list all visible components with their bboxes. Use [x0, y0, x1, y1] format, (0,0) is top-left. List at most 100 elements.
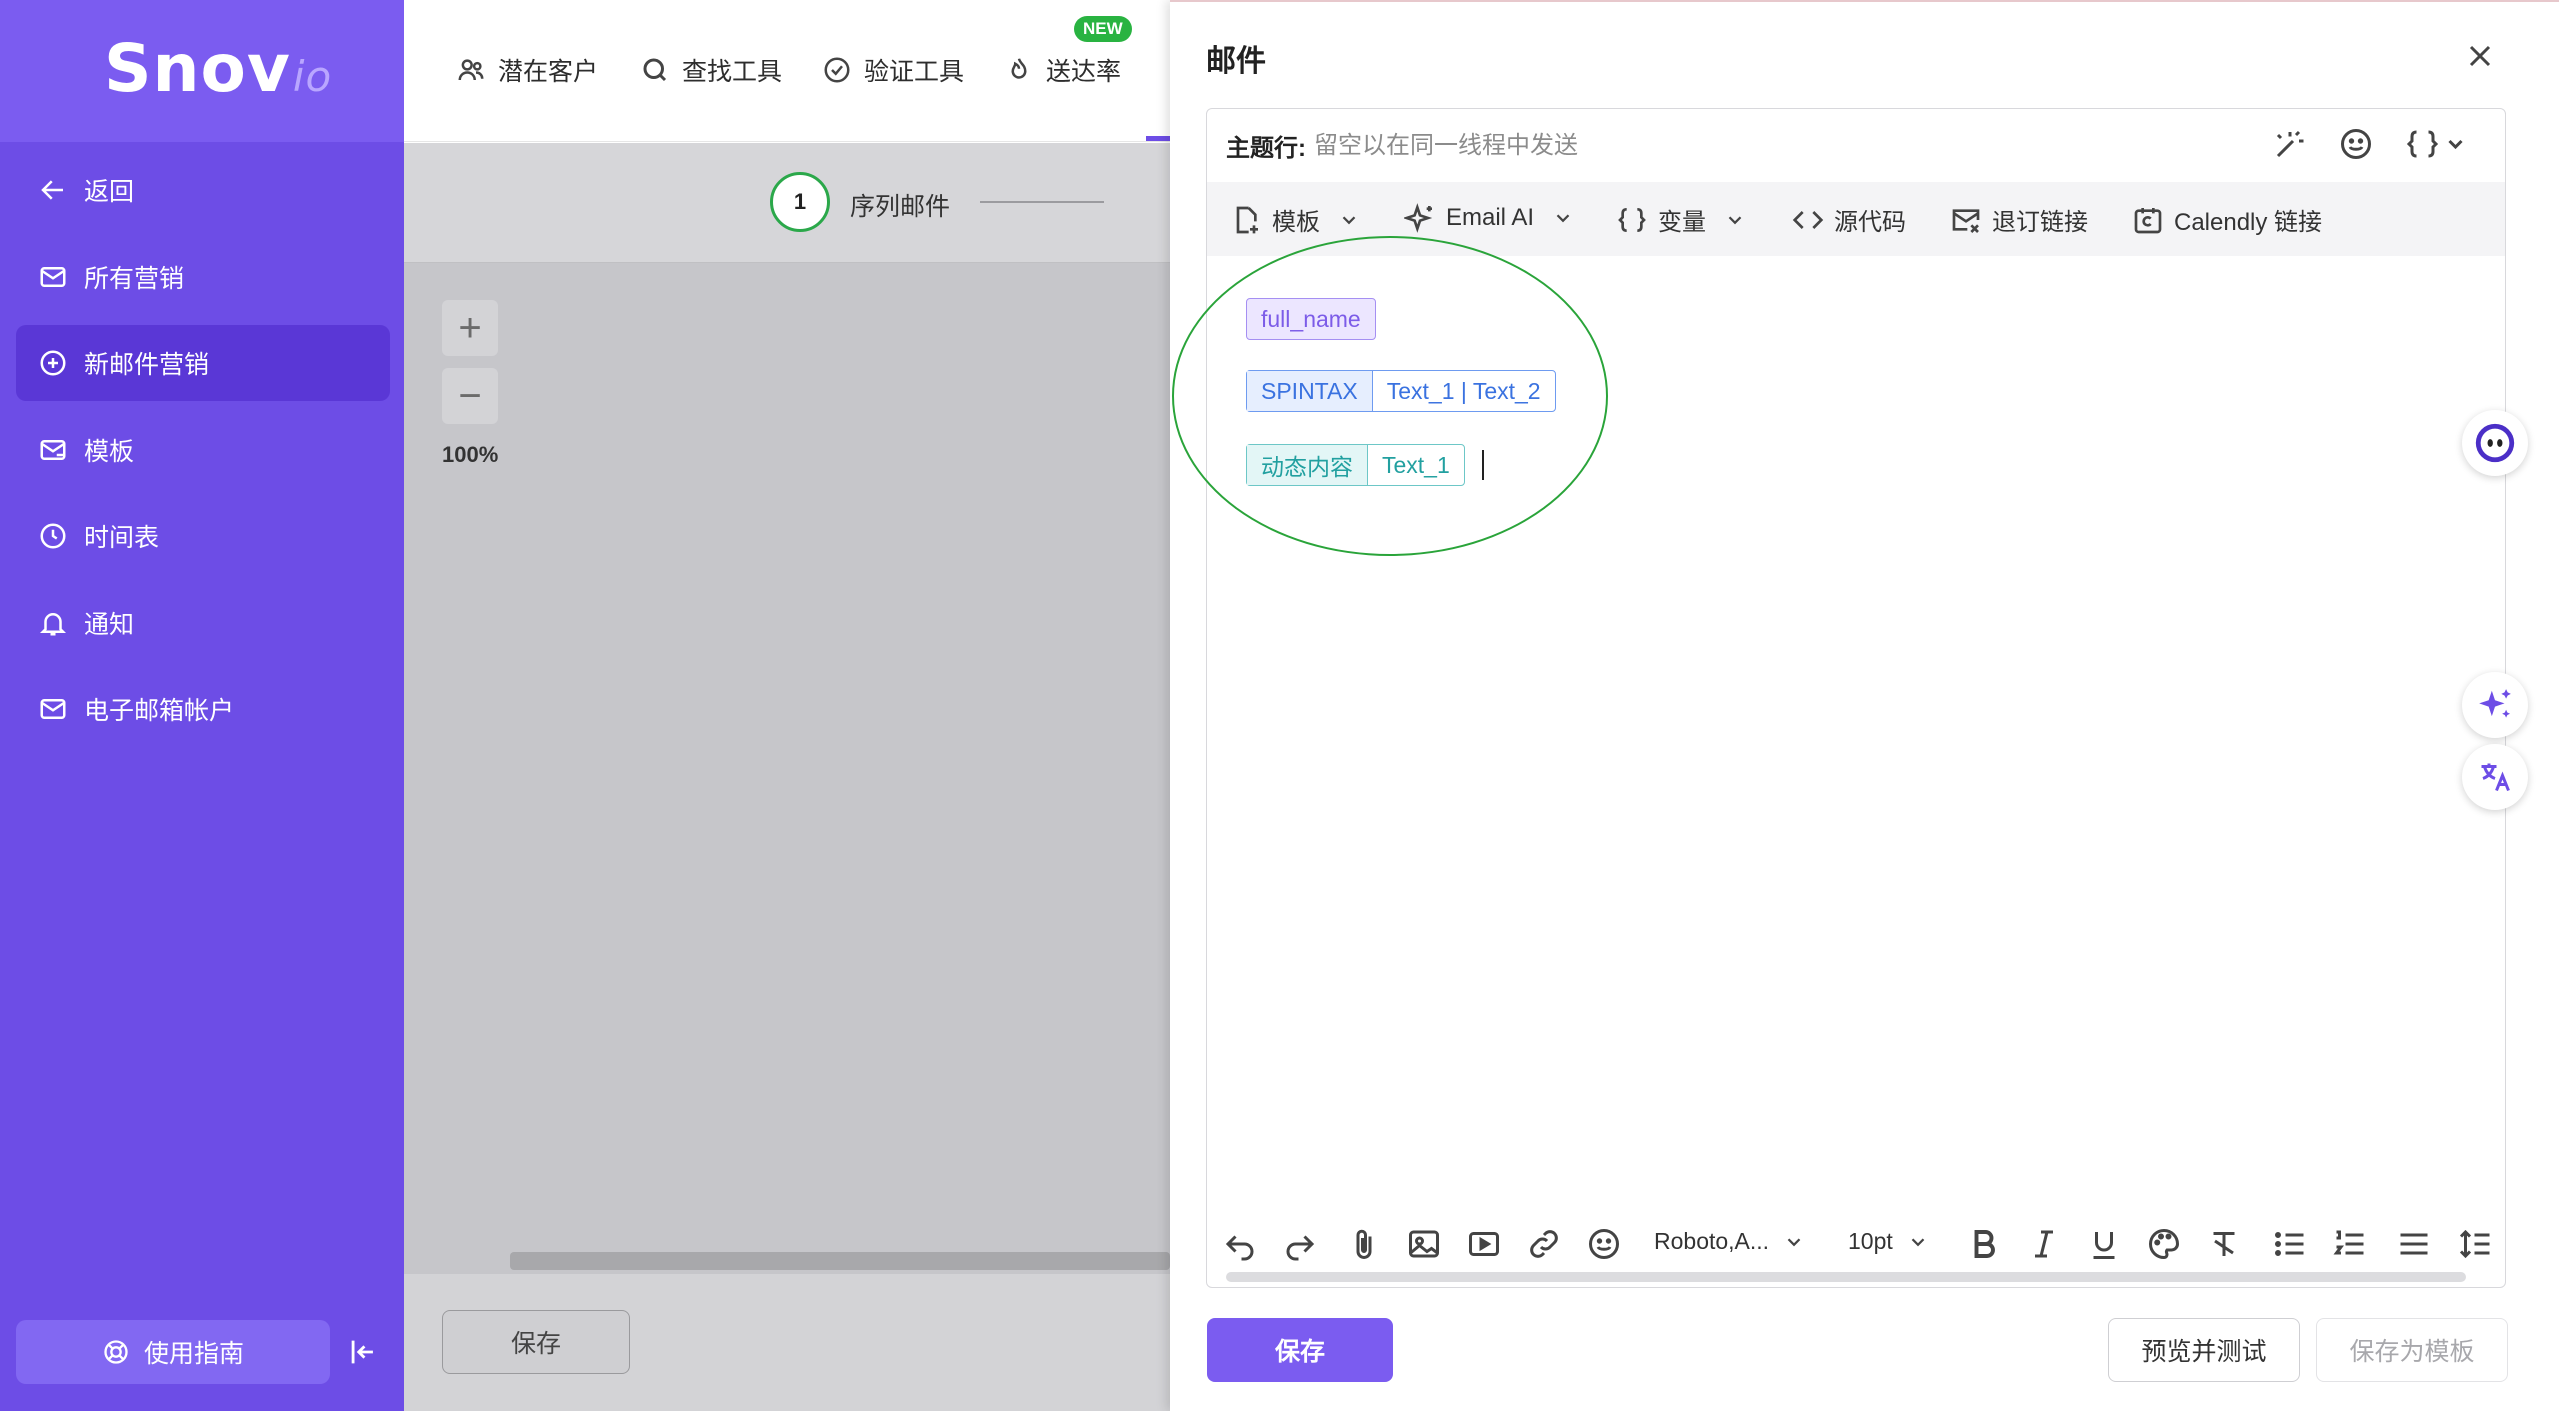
toolbar-calendly-link[interactable]: Calendly 链接: [2132, 202, 2322, 237]
toolbar-template[interactable]: 模板: [1230, 202, 1360, 237]
sidebar-item-templates[interactable]: 模板: [16, 412, 390, 488]
check-circle-icon: [824, 57, 850, 83]
topnav-prospects[interactable]: 潜在客户: [456, 52, 598, 88]
video-icon[interactable]: [1466, 1226, 1502, 1262]
font-size-select[interactable]: 10pt: [1848, 1228, 1929, 1255]
zoom-out-button[interactable]: −: [442, 368, 498, 424]
sparkles-icon: [1404, 203, 1433, 233]
variable-tag-label: full_name: [1261, 305, 1361, 332]
email-editor: [1206, 108, 2506, 1288]
topnav-deliverability[interactable]: 送达率: [1004, 52, 1121, 88]
translate-button[interactable]: [2462, 744, 2528, 810]
sidebar-item-label: 返回: [84, 178, 135, 206]
line-height-icon[interactable]: [2458, 1226, 2494, 1262]
user-guide-button[interactable]: 使用指南: [16, 1320, 330, 1384]
bell-icon: [39, 612, 67, 635]
collapse-sidebar-icon[interactable]: [346, 1335, 380, 1369]
sidebar-item-label: 时间表: [84, 524, 160, 552]
step-connector: [980, 201, 1104, 203]
sidebar-item-new-campaign[interactable]: 新邮件营销: [16, 325, 390, 401]
sidebar-item-label: 电子邮箱帐户: [84, 697, 235, 725]
numbered-list-icon[interactable]: [2332, 1226, 2368, 1262]
chevron-down-icon: [1787, 1237, 1801, 1246]
toolbar-source-code[interactable]: 源代码: [1792, 202, 1906, 237]
canvas-scrollbar[interactable]: [510, 1252, 1170, 1270]
link-icon[interactable]: [1526, 1226, 1562, 1262]
topnav-finder[interactable]: 查找工具: [640, 52, 782, 88]
campaign-canvas: [404, 143, 1170, 1411]
dynamic-content-value: Text_1: [1382, 451, 1450, 478]
toolbar-variables[interactable]: 变量: [1616, 202, 1746, 237]
magic-wand-icon[interactable]: [2272, 126, 2308, 162]
variables-braces-icon[interactable]: [2404, 126, 2468, 162]
panel-title: 邮件: [1206, 45, 1266, 78]
panel-top-border: [1170, 0, 2559, 2]
ai-sparkle-button[interactable]: [2462, 672, 2528, 738]
preview-test-button[interactable]: 预览并测试: [2108, 1318, 2300, 1382]
font-size-value: 10pt: [1848, 1228, 1893, 1254]
align-icon[interactable]: [2396, 1226, 2432, 1262]
new-badge: NEW: [1074, 16, 1132, 42]
sidebar-item-label: 新邮件营销: [84, 351, 210, 379]
zoom-in-button[interactable]: +: [442, 300, 498, 356]
emoji-icon[interactable]: [1586, 1226, 1622, 1262]
sidebar-item-back[interactable]: 返回: [16, 152, 390, 228]
sidebar-item-label: 通知: [84, 610, 135, 639]
robot-face-icon: [2475, 423, 2515, 463]
chat-assistant-button[interactable]: [2462, 410, 2528, 476]
emoji-icon[interactable]: [2338, 126, 2374, 162]
spintax-tag-value: Text_1 | Text_2: [1386, 377, 1541, 404]
toolbar-label: Calendly 链接: [2174, 209, 2323, 236]
bold-icon[interactable]: [1966, 1226, 2002, 1262]
attachment-icon[interactable]: [1346, 1226, 1382, 1262]
mail-template-icon: [40, 439, 66, 460]
chevron-down-icon: [1342, 215, 1356, 224]
spintax-tag[interactable]: SPINTAX Text_1 | Text_2: [1246, 370, 1556, 412]
chevron-down-icon: [1728, 215, 1742, 224]
close-icon[interactable]: [2462, 38, 2498, 74]
font-family-select[interactable]: Roboto,A...: [1654, 1228, 1805, 1255]
redo-icon[interactable]: [1282, 1226, 1318, 1262]
topnav-verifier[interactable]: 验证工具: [822, 52, 964, 88]
sidebar-item-label: 模板: [84, 437, 135, 466]
dynamic-content-tag[interactable]: 动态内容 Text_1: [1246, 444, 1465, 486]
chevron-down-icon: [1556, 214, 1570, 223]
chevron-down-icon: [1911, 1237, 1925, 1246]
save-as-template-button[interactable]: 保存为模板: [2316, 1318, 2508, 1382]
lifebuoy-icon: [104, 1340, 128, 1364]
variable-tag-full-name[interactable]: full_name: [1246, 298, 1376, 340]
save-button[interactable]: 保存: [1207, 1318, 1393, 1382]
sidebar-item-all-campaigns[interactable]: 所有营销: [16, 239, 390, 315]
calendly-icon: [2134, 207, 2162, 233]
subject-input[interactable]: [1314, 131, 2214, 160]
canvas-save-button[interactable]: 保存: [442, 1310, 630, 1374]
mail-x-icon: [1952, 208, 1980, 233]
sidebar-item-schedule[interactable]: 时间表: [16, 498, 390, 574]
editor-scrollbar[interactable]: [1226, 1272, 2466, 1282]
step-label[interactable]: 序列邮件: [850, 187, 950, 223]
sidebar-item-notifications[interactable]: 通知: [16, 585, 390, 661]
undo-icon[interactable]: [1222, 1226, 1258, 1262]
toolbar-label: 源代码: [1834, 209, 1906, 236]
sidebar-item-email-accounts[interactable]: 电子邮箱帐户: [16, 671, 390, 747]
search-icon: [643, 58, 667, 82]
snovio-logo[interactable]: Snovio: [104, 30, 332, 107]
palette-icon[interactable]: [2146, 1226, 2182, 1262]
sidebar-nav: 返回 所有营销 新邮件营销 模板 时间表 通知 电子邮箱帐户: [16, 152, 390, 758]
bullet-list-icon[interactable]: [2272, 1226, 2308, 1262]
users-icon: [458, 59, 484, 81]
flame-icon: [1011, 58, 1027, 79]
toolbar-unsubscribe-link[interactable]: 退订链接: [1950, 202, 2088, 237]
clock-icon: [40, 523, 66, 549]
clear-format-icon[interactable]: [2206, 1226, 2242, 1262]
image-icon[interactable]: [1406, 1226, 1442, 1262]
code-icon: [1792, 210, 1824, 229]
italic-icon[interactable]: [2026, 1226, 2062, 1262]
topnav-label: 查找工具: [682, 58, 783, 86]
step-number[interactable]: 1: [770, 172, 830, 232]
dynamic-content-label: 动态内容: [1247, 445, 1368, 485]
sidebar-item-label: 所有营销: [84, 264, 185, 293]
toolbar-email-ai[interactable]: Email AI: [1404, 202, 1574, 234]
toolbar-label: Email AI: [1446, 204, 1535, 231]
underline-icon[interactable]: [2086, 1226, 2122, 1262]
